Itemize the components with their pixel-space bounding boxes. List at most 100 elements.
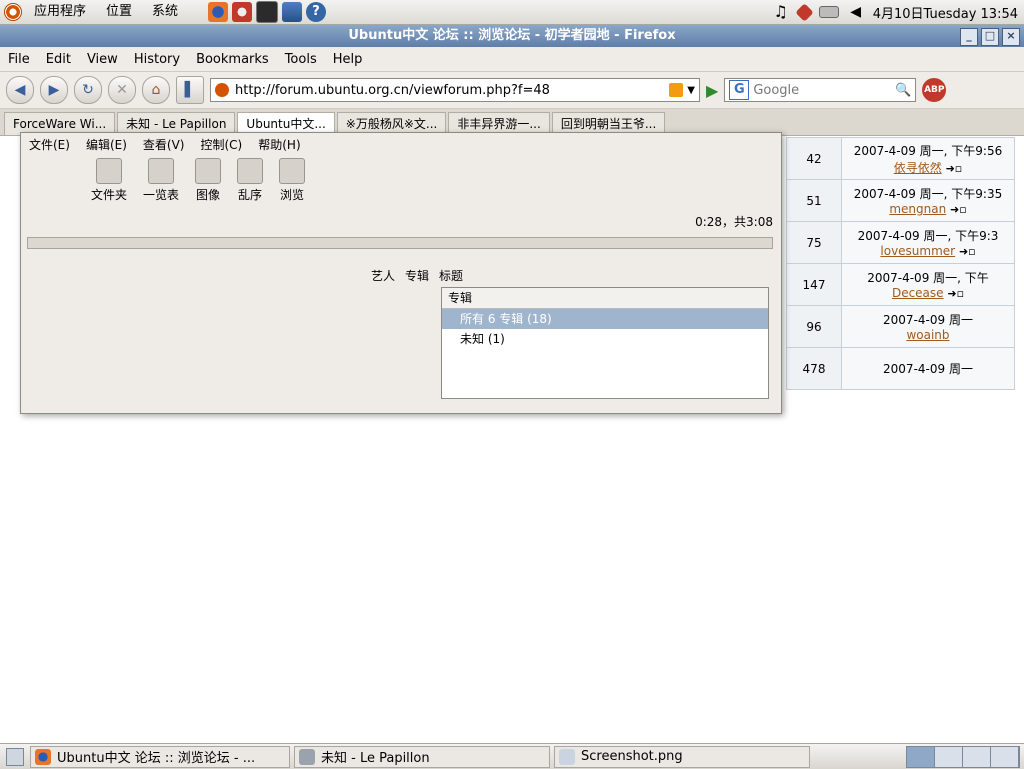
shuffle-button[interactable]: 乱序	[237, 157, 264, 203]
home-button[interactable]: ⌂	[142, 76, 170, 104]
post-date: 2007-4-09 周一, 下午	[867, 271, 989, 285]
post-date: 2007-4-09 周一, 下午9:35	[853, 187, 1003, 201]
url-dropdown-icon[interactable]: ▼	[687, 85, 695, 96]
workspace-2[interactable]	[935, 746, 963, 767]
places-menu[interactable]: 位置	[96, 0, 142, 24]
column-album[interactable]: 专辑	[405, 267, 429, 284]
bookmark-icon[interactable]: ▌	[176, 76, 204, 104]
ubuntu-logo-icon[interactable]	[4, 3, 22, 21]
image-viewer-icon	[559, 748, 575, 765]
player-menu-file[interactable]: 文件(E)	[21, 136, 78, 153]
window-titlebar[interactable]: Ubuntu中文 论坛 :: 浏览论坛 - 初学者园地 - Firefox _ …	[0, 25, 1024, 47]
taskbar-item-screenshot[interactable]: Screenshot.png	[554, 745, 810, 768]
help-icon[interactable]: ?	[306, 2, 327, 22]
url-text: http://forum.ubuntu.org.cn/viewforum.php…	[235, 82, 550, 98]
workspace-switcher[interactable]	[906, 745, 1020, 768]
top-panel: 应用程序 位置 系统 ? ♫ ◀ 4月10日Tuesday 13:54	[0, 0, 1024, 25]
firefox-icon[interactable]	[208, 2, 229, 22]
list-item[interactable]: 所有 6 专辑 (18)	[442, 309, 768, 329]
go-button[interactable]: ▶	[706, 81, 718, 100]
workspace-4[interactable]	[991, 746, 1019, 767]
goto-post-icon[interactable]: ➜▫	[946, 162, 963, 175]
poster-link[interactable]: 依寻依然	[894, 161, 942, 175]
maximize-button[interactable]: □	[981, 28, 999, 46]
last-post: 2007-4-09 周一, 下午 Decease ➜▫	[841, 263, 1015, 306]
menu-edit[interactable]: Edit	[38, 52, 79, 67]
show-desktop-icon[interactable]	[6, 747, 24, 766]
bottom-panel: Ubuntu中文 论坛 :: 浏览论坛 - ... 未知 - Le Papill…	[0, 743, 1024, 769]
search-box[interactable]: G Google 🔍	[724, 78, 917, 102]
image-button[interactable]: 图像	[195, 157, 222, 203]
table-row: 75 2007-4-09 周一, 下午9:3 lovesummer ➜▫	[786, 221, 1015, 264]
menu-history[interactable]: History	[126, 52, 188, 67]
clock[interactable]: 4月10日Tuesday 13:54	[869, 3, 1024, 22]
music-player-icon	[299, 748, 315, 765]
reload-button[interactable]: ↻	[74, 76, 102, 104]
google-search-icon[interactable]: G	[729, 80, 750, 100]
system-tray: ♫ ◀ 4月10日Tuesday 13:54	[768, 0, 1024, 24]
reply-count: 75	[786, 221, 842, 264]
rss-feed-icon[interactable]	[669, 83, 684, 97]
reply-count: 96	[786, 305, 842, 348]
menu-bar: File Edit View History Bookmarks Tools H…	[0, 47, 1024, 72]
folder-button[interactable]: 文件夹	[91, 157, 127, 203]
menu-bookmarks[interactable]: Bookmarks	[188, 52, 277, 67]
table-row: 51 2007-4-09 周一, 下午9:35 mengnan ➜▫	[786, 179, 1015, 222]
stop-button[interactable]: ✕	[108, 76, 136, 104]
volume-icon[interactable]: ◀	[847, 3, 865, 21]
poster-link[interactable]: mengnan	[889, 202, 946, 216]
list-icon	[148, 157, 175, 184]
list-button[interactable]: 一览表	[143, 157, 179, 203]
close-button[interactable]: ×	[1002, 28, 1020, 46]
forum-topic-table: 42 2007-4-09 周一, 下午9:56 依寻依然 ➜▫ 51 2007-…	[786, 137, 1015, 390]
forward-button[interactable]: ▶	[40, 76, 68, 104]
reply-count: 51	[786, 179, 842, 222]
menu-file[interactable]: File	[0, 52, 38, 67]
menu-tools[interactable]: Tools	[277, 52, 325, 67]
search-go-icon[interactable]: 🔍	[895, 83, 911, 98]
gem-icon[interactable]	[794, 2, 814, 22]
navigation-toolbar: ◀ ▶ ↻ ✕ ⌂ ▌ http://forum.ubuntu.org.cn/v…	[0, 72, 1024, 109]
goto-post-icon[interactable]: ➜▫	[947, 287, 964, 300]
last-post: 2007-4-09 周一, 下午9:3 lovesummer ➜▫	[841, 221, 1015, 264]
menu-view[interactable]: View	[79, 52, 126, 67]
goto-post-icon[interactable]: ➜▫	[950, 203, 967, 216]
minimize-button[interactable]: _	[960, 28, 978, 46]
table-row: 478 2007-4-09 周一	[786, 347, 1015, 390]
menu-help[interactable]: Help	[325, 52, 371, 67]
poster-link[interactable]: Decease	[892, 286, 944, 300]
player-menu-view[interactable]: 查看(V)	[135, 136, 193, 153]
mail-icon[interactable]	[232, 2, 253, 22]
applications-menu[interactable]: 应用程序	[24, 0, 96, 24]
column-artist[interactable]: 艺人	[371, 267, 395, 284]
player-menu-edit[interactable]: 编辑(E)	[78, 136, 135, 153]
poster-link[interactable]: woainb	[906, 328, 949, 342]
last-post: 2007-4-09 周一	[841, 347, 1015, 390]
address-bar[interactable]: http://forum.ubuntu.org.cn/viewforum.php…	[210, 78, 700, 102]
terminal-icon[interactable]	[256, 1, 279, 23]
music-player-window: 文件(E) 编辑(E) 查看(V) 控制(C) 帮助(H) 文件夹 一览表 图像…	[20, 132, 782, 414]
workspace-1[interactable]	[907, 746, 935, 767]
column-title[interactable]: 标题	[439, 267, 463, 284]
player-menu-control[interactable]: 控制(C)	[192, 136, 250, 153]
music-note-icon[interactable]: ♫	[772, 3, 790, 21]
workspace-3[interactable]	[963, 746, 991, 767]
last-post: 2007-4-09 周一, 下午9:56 依寻依然 ➜▫	[841, 137, 1015, 180]
player-menu-help[interactable]: 帮助(H)	[250, 136, 308, 153]
playback-time: 0:28，共3:08	[695, 215, 773, 229]
browse-button[interactable]: 浏览	[279, 157, 306, 203]
album-list-header[interactable]: 专辑	[442, 288, 768, 309]
back-button[interactable]: ◀	[6, 76, 34, 104]
system-menu[interactable]: 系统	[142, 0, 188, 24]
taskbar-item-player[interactable]: 未知 - Le Papillon	[294, 745, 550, 768]
battery-icon[interactable]	[818, 6, 839, 18]
adblock-icon[interactable]: ABP	[922, 78, 947, 102]
ubuntu-favicon-icon	[215, 83, 229, 97]
playback-progress-bar[interactable]	[27, 237, 773, 249]
poster-link[interactable]: lovesummer	[880, 244, 955, 258]
network-icon[interactable]	[282, 2, 303, 22]
goto-post-icon[interactable]: ➜▫	[959, 245, 976, 258]
player-toolbar: 文件夹 一览表 图像 乱序 浏览	[21, 155, 781, 205]
taskbar-item-firefox[interactable]: Ubuntu中文 论坛 :: 浏览论坛 - ...	[30, 745, 290, 768]
list-item[interactable]: 未知 (1)	[442, 329, 768, 349]
